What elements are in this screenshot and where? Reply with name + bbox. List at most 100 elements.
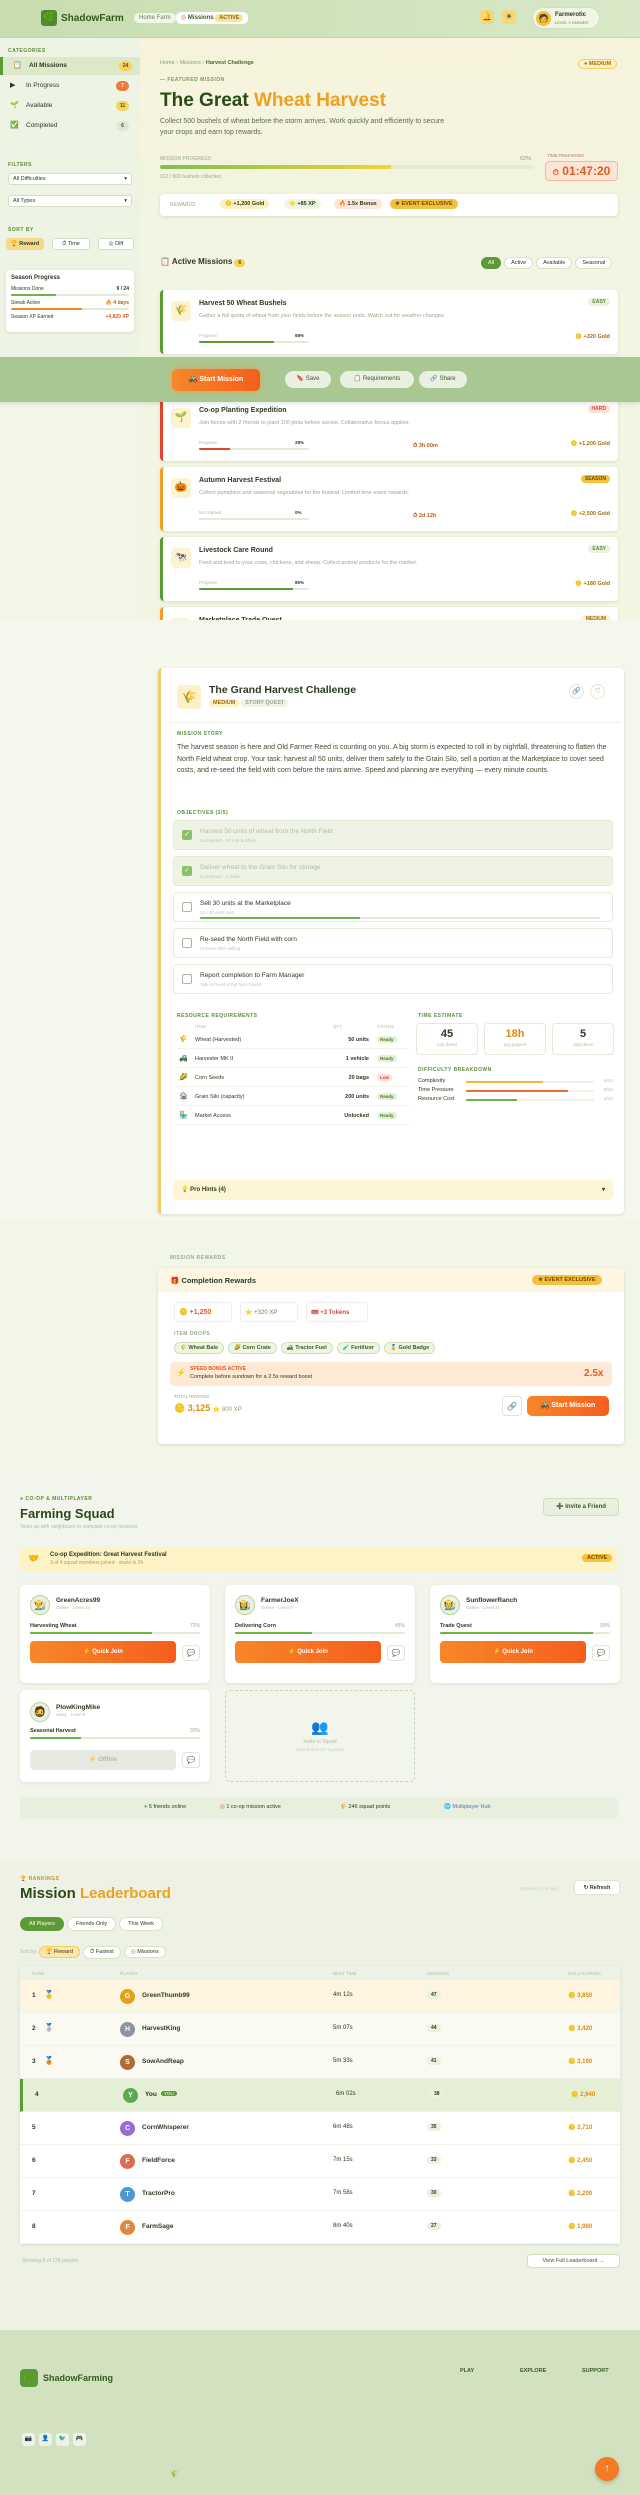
resource-icon: 🏪 [179, 1112, 188, 1119]
sidebar-item-label: In Progress [26, 82, 60, 89]
filter-reward[interactable]: 🏆 Reward [38, 1946, 80, 1958]
sun-icon[interactable]: ☀ [502, 10, 516, 24]
invite-slot[interactable]: 👥 Invite to Squad Earn bonus XP together [225, 1690, 415, 1782]
filter-missions[interactable]: ◎ Missions [123, 1946, 166, 1958]
sidebar-item-available[interactable]: 🌱 Available 11 [0, 97, 140, 115]
table-row[interactable]: 3 🥉 S SowAndReap 5m 33s 41 🪙 3,190 [20, 2046, 620, 2079]
chat-icon[interactable]: 💬 [592, 1645, 610, 1661]
notification-icon[interactable]: 🔔 [480, 10, 494, 24]
mission-card[interactable]: 🐄 Livestock Care Round EASY Feed and tend t… [160, 537, 618, 601]
table-row[interactable]: 7 T TractorPro 7m 58s 30 🪙 2,200 [20, 2178, 620, 2211]
quick-join-button[interactable]: ⚡ Quick Join [30, 1641, 176, 1663]
type-select[interactable]: All Types ▾ [8, 195, 132, 207]
bird-icon[interactable]: 🐦 [56, 2433, 69, 2446]
sidebar-item-all-missions[interactable]: 📋 All Missions 24 [0, 57, 140, 75]
mission-card[interactable]: 🌾 Harvest 50 Wheat Bushels EASY Gather a fu… [160, 290, 618, 354]
tab-friends[interactable]: Friends Only [66, 1917, 117, 1931]
difficulty-bar [466, 1081, 594, 1083]
checkbox-icon[interactable] [182, 938, 192, 948]
crumb-home[interactable]: Home [160, 60, 175, 66]
time-estimate-tile: 18h avg players [484, 1023, 546, 1055]
avatar: F [120, 2154, 135, 2169]
table-row[interactable]: 8 F FarmSage 8m 40s 27 🪙 1,980 [20, 2211, 620, 2244]
mission-card[interactable]: 🌱 Co-op Planting Expedition HARD Join force… [160, 397, 618, 461]
quick-join-button[interactable]: ⚡ Offline [30, 1750, 176, 1770]
sidebar-item-in-progress[interactable]: ▶ In Progress 7 [0, 77, 140, 95]
mission-icon: 🌱 [171, 408, 191, 428]
last-updated: Updated 2 min ago [520, 1886, 559, 1891]
table-row[interactable]: 4 Y You YOU 6m 02s 38 🪙 2,940 [20, 2079, 620, 2112]
mission-story: The harvest season is here and Old Farme… [177, 744, 607, 774]
logo-icon[interactable]: 🌿 [41, 10, 57, 26]
table-row[interactable]: 2 🥈 H HarvestKing 5m 07s 44 🪙 3,420 [20, 2013, 620, 2046]
table-row[interactable]: 1 🥇 G GreenThumb99 4m 12s 47 🪙 3,850 [20, 1980, 620, 2013]
table-row[interactable]: 5 C CornWhisperer 6m 48s 35 🪙 2,710 [20, 2112, 620, 2145]
sidebar-item-count: 11 [116, 101, 129, 111]
check-icon: ✅ [10, 122, 19, 129]
objective-item[interactable]: Re-seed the North Field with corn Unlocks… [173, 928, 613, 958]
mission-card[interactable]: 🎃 Autumn Harvest Festival SEASON Collect pu… [160, 467, 618, 531]
user-menu[interactable]: 🧑 Farmerotic LEVEL 3 FARMER [532, 7, 600, 29]
heart-icon[interactable]: ♡ [590, 684, 605, 699]
mission-action-bar: 🚜 Start Mission 🔖 Save 📋 Requirements 🔗 … [0, 357, 640, 402]
sort-time[interactable]: ⏱ Time [52, 238, 90, 250]
share-button[interactable]: 🔗 Share [419, 371, 467, 388]
you-badge: YOU [161, 2091, 177, 2096]
target-icon: ◎ [130, 1949, 136, 1955]
tab-this-week[interactable]: This Week [119, 1917, 164, 1931]
difficulty-select[interactable]: All Difficulties ▾ [8, 173, 132, 185]
camera-icon[interactable]: 📷 [22, 2433, 35, 2446]
objective-item[interactable]: ✓ Harvest 50 units of wheat from the Nort… [173, 820, 613, 850]
tab-available[interactable]: Available [536, 257, 573, 269]
objective-item[interactable]: Report completion to Farm Manager Talk to… [173, 964, 613, 994]
checkbox-icon[interactable] [182, 902, 192, 912]
mission-desc: Collect pumpkins and seasonal vegetables… [199, 490, 410, 496]
quick-join-button[interactable]: ⚡ Quick Join [440, 1641, 586, 1663]
checkbox-checked-icon[interactable]: ✓ [182, 830, 192, 840]
multiplayer-hub-link[interactable]: 🌐 Multiplayer Hub [444, 1804, 491, 1810]
sort-diff[interactable]: ◎ Diff [98, 238, 134, 250]
star-icon: ⭐ [289, 201, 296, 207]
chat-icon[interactable]: 💬 [387, 1645, 405, 1661]
bookmark-icon: 🔖 [296, 376, 305, 382]
requirements-button[interactable]: 📋 Requirements [340, 371, 414, 388]
user-icon[interactable]: 👤 [39, 2433, 52, 2446]
tab-active[interactable]: Active [504, 257, 534, 269]
checkbox-icon[interactable] [182, 974, 192, 984]
share-icon[interactable]: 🔗 [502, 1396, 522, 1416]
chat-icon[interactable]: 💬 [182, 1645, 200, 1661]
breadcrumb-home[interactable]: Home Farm [134, 13, 176, 23]
start-mission-button[interactable]: 🚜 Start Mission [172, 369, 260, 391]
tab-all-players[interactable]: All Players [20, 1917, 64, 1931]
footer-logo[interactable]: ShadowFarming [43, 2373, 113, 2383]
tab-seasonal[interactable]: Seasonal [575, 257, 613, 269]
crumb-missions[interactable]: Missions [180, 60, 201, 66]
logo-text[interactable]: ShadowFarm [61, 13, 124, 24]
table-row[interactable]: 6 F FieldForce 7m 15s 33 🪙 2,450 [20, 2145, 620, 2178]
member-task: Seasonal Harvest [30, 1728, 76, 1734]
filter-fastest[interactable]: ⏱ Fastest [82, 1946, 121, 1959]
sidebar-item-completed[interactable]: ✅ Completed 6 [0, 117, 140, 135]
gamepad-icon[interactable]: 🎮 [73, 2433, 86, 2446]
invite-friend-button[interactable]: ➕ Invite a Friend [543, 1498, 619, 1516]
view-full-leaderboard-button[interactable]: View Full Leaderboard → [527, 2254, 620, 2268]
link-icon[interactable]: 🔗 [569, 684, 584, 699]
tab-all[interactable]: All [481, 257, 502, 269]
checkbox-checked-icon[interactable]: ✓ [182, 866, 192, 876]
pro-hints-toggle[interactable]: 💡 Pro Hints (4) ▾ [173, 1180, 613, 1200]
sort-reward[interactable]: 🏆 Reward [6, 238, 44, 250]
story-label: MISSION STORY [177, 731, 223, 737]
refresh-button[interactable]: ↻ Refresh [574, 1880, 620, 1895]
save-button[interactable]: 🔖 Save [285, 371, 331, 388]
sort-title: SORT BY [8, 227, 34, 233]
leaderboard-title: Mission Leaderboard [20, 1885, 171, 1902]
quick-join-button[interactable]: ⚡ Quick Join [235, 1641, 381, 1663]
resource-status: Ready [377, 1055, 397, 1062]
scroll-top-button[interactable]: ↑ [595, 2457, 619, 2481]
nav-missions[interactable]: ◎ Missions ACTIVE [176, 12, 249, 24]
objective-item[interactable]: ✓ Deliver wheat to the Grain Silo for sto… [173, 856, 613, 886]
footer-col-explore: EXPLORE [520, 2368, 547, 2374]
objective-item[interactable]: Sell 30 units at the Marketplace 12 / 30 … [173, 892, 613, 922]
chat-icon[interactable]: 💬 [182, 1752, 200, 1768]
start-mission-button-secondary[interactable]: 🚜 Start Mission [527, 1396, 609, 1416]
